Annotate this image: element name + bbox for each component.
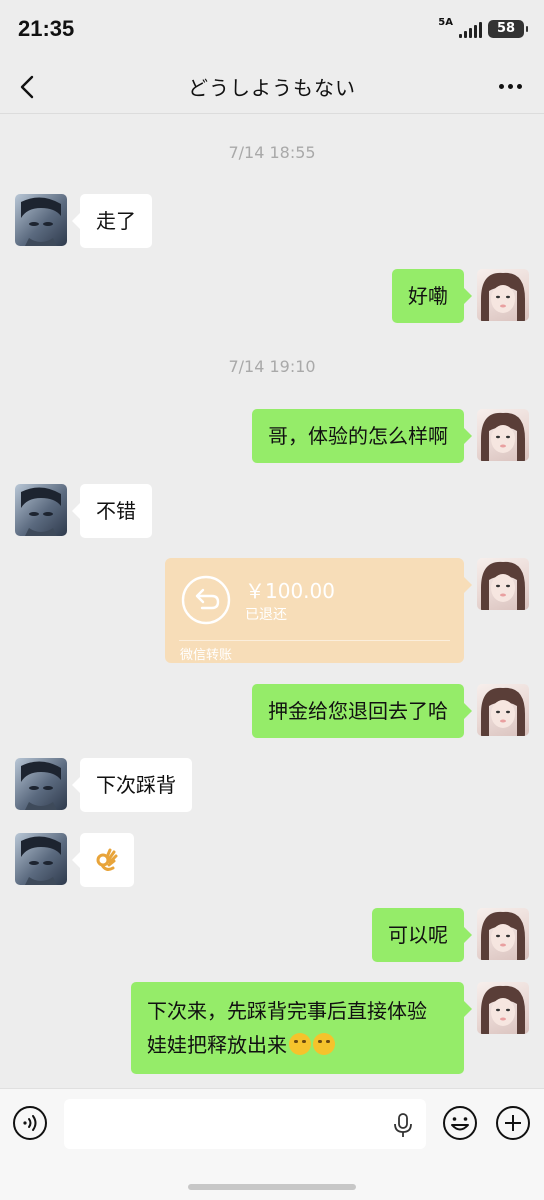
ok-hand-emoji-icon	[96, 848, 118, 871]
emoji-picker-icon[interactable]	[442, 1105, 478, 1141]
home-indicator[interactable]	[188, 1184, 356, 1190]
chat-header: どうしようもない	[0, 62, 544, 114]
message-bubble-sent[interactable]: 下次来，先踩背完事后直接体验 娃娃把释放出来	[131, 982, 472, 1074]
message-bubble-sent[interactable]: 哥，体验的怎么样啊	[252, 409, 472, 463]
my-avatar[interactable]	[477, 982, 529, 1034]
message-bubble-received[interactable]: 下次踩背	[72, 758, 192, 812]
message-bubble-sent[interactable]: 好嘞	[392, 269, 472, 323]
transfer-amount: ￥100.00	[245, 579, 335, 603]
message-bubble-received[interactable]: 不错	[72, 484, 152, 538]
battery-level: 58	[496, 21, 516, 36]
message-line: 娃娃把释放出来	[147, 1033, 287, 1057]
microphone-icon[interactable]	[392, 1112, 414, 1138]
network-label: 5A	[438, 17, 453, 28]
my-avatar[interactable]	[477, 908, 529, 960]
message-bubble-received[interactable]: 走了	[72, 194, 152, 248]
my-avatar[interactable]	[477, 409, 529, 461]
contact-avatar[interactable]	[15, 484, 67, 536]
my-avatar[interactable]	[477, 269, 529, 321]
contact-avatar[interactable]	[15, 758, 67, 810]
chat-title: どうしようもない	[188, 76, 356, 100]
message-timestamp: 7/14 18:55	[228, 143, 316, 162]
my-avatar[interactable]	[477, 684, 529, 736]
thinking-face-emoji-icon	[313, 1033, 335, 1055]
battery-icon: 58	[488, 20, 528, 38]
status-time: 21:35	[18, 16, 75, 41]
message-line: 下次来，先踩背完事后直接体验	[147, 999, 427, 1023]
refund-icon	[181, 575, 231, 625]
more-actions-plus-icon[interactable]	[495, 1105, 531, 1141]
transfer-footer: 微信转账	[180, 648, 233, 663]
message-timestamp: 7/14 19:10	[228, 357, 316, 376]
thinking-face-emoji-icon	[289, 1033, 311, 1055]
status-bar: 21:35 5A 58	[0, 0, 544, 62]
message-line-with-emoji: 娃娃把释放出来	[147, 1028, 448, 1062]
message-bubble-sent[interactable]: 可以呢	[372, 908, 472, 962]
message-bubble-received[interactable]	[72, 833, 134, 887]
transfer-divider	[179, 640, 450, 641]
voice-mode-icon[interactable]	[12, 1105, 48, 1141]
message-bubble-sent[interactable]: 押金给您退回去了哈	[252, 684, 472, 738]
signal-icon	[459, 20, 482, 38]
status-indicators: 5A 58	[438, 17, 528, 38]
my-avatar[interactable]	[477, 558, 529, 610]
message-input[interactable]	[64, 1099, 426, 1149]
more-options-icon[interactable]	[499, 84, 522, 89]
contact-avatar[interactable]	[15, 833, 67, 885]
contact-avatar[interactable]	[15, 194, 67, 246]
transfer-status: 已退还	[245, 607, 287, 623]
transfer-card[interactable]: ￥100.00 已退还 微信转账	[165, 558, 472, 663]
